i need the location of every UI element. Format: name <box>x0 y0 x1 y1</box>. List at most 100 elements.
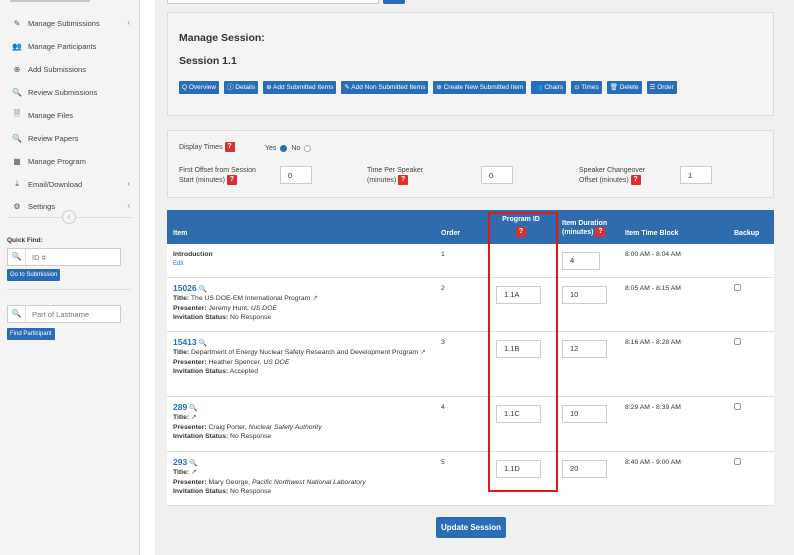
edit-link[interactable]: Edit <box>173 260 430 270</box>
duration-input[interactable]: 4 <box>562 252 600 270</box>
lastname-input[interactable] <box>26 309 120 319</box>
overview-button[interactable]: Q Overview <box>179 81 219 94</box>
sidebar-item-label: Add Submissions <box>28 64 86 74</box>
sidebar-item-email-download[interactable]: ⤓ Email/Download ‹ <box>0 173 140 195</box>
times-button[interactable]: ⊙ Times <box>571 81 602 94</box>
sidebar-item-add-submissions[interactable]: ⊕ Add Submissions <box>0 58 140 80</box>
duration-input[interactable]: 10 <box>562 285 607 304</box>
submission-id-link[interactable]: 289 <box>173 402 187 412</box>
backup-checkbox[interactable] <box>734 402 741 410</box>
search-icon[interactable]: 🔍 <box>199 286 207 293</box>
backup-checkbox[interactable] <box>734 337 741 345</box>
time-block-cell: 8:16 AM - 8:28 AM <box>619 331 728 397</box>
search-icon[interactable]: 🔍 <box>189 460 197 467</box>
order-cell: 5 <box>435 451 485 506</box>
yes-radio[interactable] <box>280 144 288 152</box>
go-to-submission-button[interactable]: Go to Submission <box>7 269 61 281</box>
top-search-input[interactable] <box>167 0 379 4</box>
invitation-status: No Response <box>230 433 272 440</box>
status-label: Invitation Status: <box>173 314 229 321</box>
create-new-submitted-item-button[interactable]: ⊕ Create New Submitted Item <box>433 81 527 94</box>
time-per-speaker-input[interactable]: 0 <box>481 166 513 184</box>
session-header-panel: Manage Session: Session 1.1 Q Overview ⓘ… <box>167 12 774 116</box>
search-icon[interactable]: 🔍 <box>189 405 197 412</box>
top-search-button[interactable] <box>383 0 405 4</box>
sidebar-item-manage-program[interactable]: ▦ Manage Program <box>0 150 140 172</box>
duration-input[interactable]: 10 <box>562 404 607 423</box>
find-participant-button[interactable]: Find Participant <box>7 328 55 340</box>
program-id-highlight <box>488 212 558 492</box>
chairs-button[interactable]: 👥 Chairs <box>531 81 567 94</box>
chevron-left-icon: ‹ <box>127 179 130 188</box>
changeover-input[interactable]: 1 <box>680 166 712 184</box>
delete-button[interactable]: 🗑 Delete <box>606 81 642 94</box>
search-icon[interactable]: 🔍 <box>199 340 207 347</box>
help-icon[interactable]: ? <box>224 142 235 152</box>
help-icon[interactable]: ? <box>630 175 641 185</box>
duration-input[interactable]: 20 <box>562 459 607 478</box>
backup-checkbox[interactable] <box>734 457 741 465</box>
item-cell: 15413 🔍 Title: Department of Energy Nucl… <box>167 331 435 397</box>
sidebar-cut-item[interactable] <box>0 0 140 6</box>
table-header-row: Item Order Program ID ? Item Duration (m… <box>167 210 774 244</box>
sidebar-item-manage-participants[interactable]: 👥 Manage Participants <box>0 35 140 57</box>
table-row: 15413 🔍 Title: Department of Energy Nucl… <box>167 331 774 397</box>
introduction-label: Introduction <box>173 251 213 258</box>
duration-cell: 12 <box>556 331 619 397</box>
update-session-button[interactable]: Update Session <box>436 517 506 538</box>
help-icon[interactable]: ? <box>398 175 409 185</box>
sidebar-collapse[interactable]: ‹ <box>0 210 140 224</box>
backup-checkbox[interactable] <box>734 283 741 291</box>
add-non-submitted-items-button[interactable]: ✎ Add Non Submitted Items <box>341 81 429 94</box>
time-block-cell: 8:05 AM - 8:15 AM <box>619 277 728 332</box>
sidebar-item-manage-files[interactable]: 🗎 Manage Files <box>0 104 140 126</box>
duration-input[interactable]: 12 <box>562 339 607 358</box>
external-link-icon[interactable]: ↗ <box>312 295 318 302</box>
first-offset-input[interactable]: 0 <box>280 166 312 184</box>
file-icon: 🗎 <box>13 109 21 118</box>
id-input[interactable] <box>26 252 120 262</box>
item-title: Department of Energy Nuclear Safety Rese… <box>191 349 419 356</box>
title-label: Title: <box>173 469 190 476</box>
order-cell: 1 <box>435 244 485 278</box>
time-block-cell: 8:40 AM - 9:00 AM <box>619 451 728 506</box>
duration-cell: 10 <box>556 396 619 452</box>
display-times-text: Display Times <box>179 143 223 151</box>
id-search-field[interactable]: 🔍 <box>7 248 121 266</box>
sidebar-item-review-submissions[interactable]: 🔍 Review Submissions <box>0 81 140 103</box>
external-link-icon[interactable]: ↗ <box>191 469 197 476</box>
presenter-name: Craig Porter, <box>208 423 247 431</box>
lastname-search-field[interactable]: 🔍 <box>7 305 121 323</box>
sidebar-item-review-papers[interactable]: 🔍 Review Papers <box>0 127 140 149</box>
help-icon[interactable]: ? <box>226 175 237 185</box>
order-button[interactable]: ☰ Order <box>646 81 677 94</box>
changeover-text-2: Offset (minutes) <box>579 176 629 184</box>
external-link-icon[interactable]: ↗ <box>420 349 426 356</box>
action-toolbar: Q Overview ⓘ Details ⊕ Add Submitted Ite… <box>179 81 677 94</box>
time-block-column-header: Item Time Block <box>619 210 728 244</box>
timing-settings-panel: Display Times ? Yes No First Offset from… <box>167 130 774 198</box>
help-icon[interactable]: ? <box>595 227 606 237</box>
first-offset-label: First Offset from Session Start (minutes… <box>179 166 256 185</box>
main-content: Manage Session: Session 1.1 Q Overview ⓘ… <box>155 0 794 555</box>
details-button[interactable]: ⓘ Details <box>223 81 259 94</box>
sidebar-item-label: Review Submissions <box>28 87 98 97</box>
no-radio[interactable] <box>304 144 312 152</box>
sidebar-item-manage-submissions[interactable]: ✎ Manage Submissions ‹ <box>0 12 140 34</box>
sidebar-item-label: Manage Program <box>28 156 86 166</box>
add-submitted-items-button[interactable]: ⊕ Add Submitted Items <box>263 81 337 94</box>
order-cell: 2 <box>435 277 485 332</box>
submission-id-link[interactable]: 15413 <box>173 337 197 347</box>
table-row: Introduction Edit 1 4 8:00 AM - 8:04 AM <box>167 244 774 278</box>
changeover-label: Speaker Changeover Offset (minutes) ? <box>579 166 645 185</box>
table-row: 289 🔍 Title: ↗ Presenter: Craig Porter, … <box>167 396 774 452</box>
chevron-left-icon[interactable]: ‹ <box>62 210 76 224</box>
external-link-icon[interactable]: ↗ <box>191 414 197 421</box>
submission-id-link[interactable]: 15026 <box>173 283 197 293</box>
backup-cell <box>728 277 774 332</box>
presenter-affiliation: US DOE <box>263 358 290 366</box>
order-column-header: Order <box>435 210 485 244</box>
submission-id-link[interactable]: 293 <box>173 457 187 467</box>
status-label: Invitation Status: <box>173 433 229 440</box>
first-offset-text-1: First Offset from Session <box>179 167 256 174</box>
